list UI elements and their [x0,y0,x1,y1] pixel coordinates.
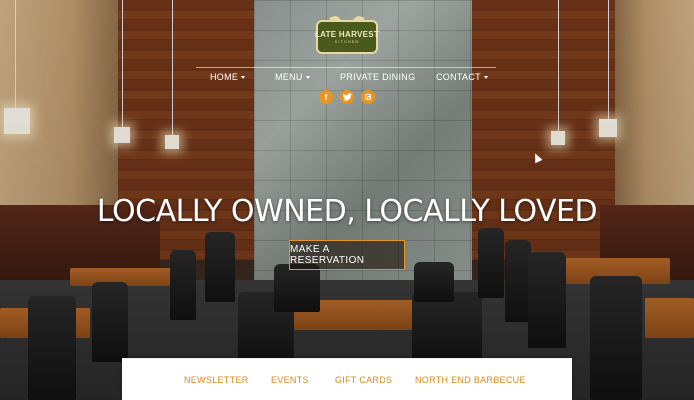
nav-item-label: HOME [210,72,239,82]
facebook-glyph: f [324,92,328,102]
nav-item-menu[interactable]: MENU [275,72,310,86]
nav-item-contact[interactable]: CONTACT [436,72,488,86]
logo-badge: LATE HARVEST KITCHEN [314,20,380,54]
twitter-bird-icon [342,93,352,101]
tab-newsletter[interactable]: NEWSLETTER [184,375,249,385]
chevron-down-icon [305,76,310,80]
nav-item-home[interactable]: HOME [210,72,246,86]
hero-headline: LOCALLY OWNED, LOCALLY LOVED [96,194,598,229]
nav-divider [196,67,496,68]
instagram-glyph [365,94,371,100]
facebook-icon[interactable]: f [319,90,333,104]
twitter-icon[interactable] [340,90,354,104]
tab-north-end-barbecue[interactable]: NORTH END BARBECUE [415,375,526,385]
nav-item-private-dining[interactable]: PRIVATE DINING [340,72,415,86]
chevron-down-icon [483,76,488,80]
feature-links-bar: NEWSLETTER EVENTS GIFT CARDS NORTH END B… [122,358,572,400]
nav-item-label: MENU [275,72,303,82]
logo-title: LATE HARVEST [314,29,380,39]
restaurant-logo[interactable]: LATE HARVEST KITCHEN [314,14,380,56]
chevron-down-icon [241,76,246,80]
instagram-icon[interactable] [361,90,375,104]
nav-item-label: CONTACT [436,72,481,82]
make-reservation-button[interactable]: MAKE A RESERVATION [289,240,405,270]
tab-events[interactable]: EVENTS [271,375,309,385]
tab-gift-cards[interactable]: GIFT CARDS [335,375,392,385]
logo-subtitle: KITCHEN [334,38,360,44]
divider [122,358,572,359]
nav-item-label: PRIVATE DINING [340,72,416,82]
